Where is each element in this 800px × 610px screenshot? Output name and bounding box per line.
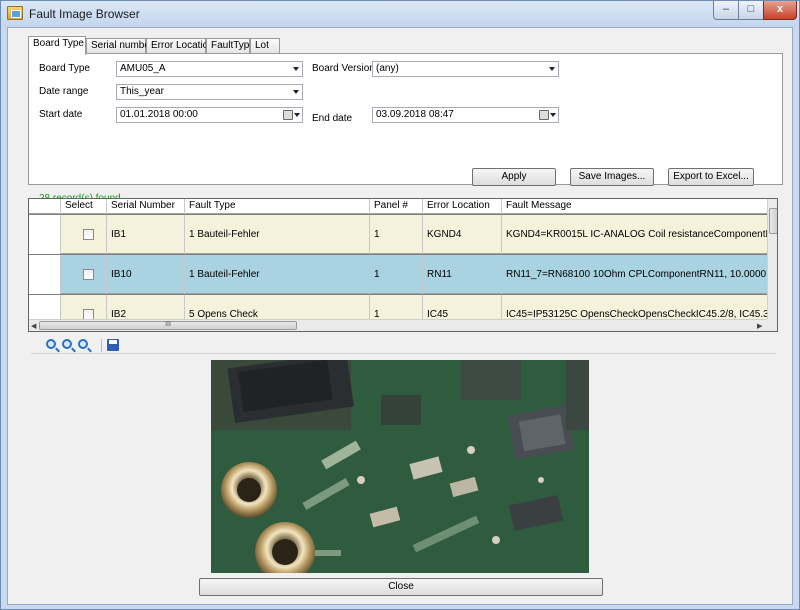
fault-image-browser-window: Fault Image Browser – □ x Board Type Ser… — [0, 0, 800, 610]
save-images-button[interactable]: Save Images... — [570, 168, 654, 186]
chevron-down-icon — [550, 113, 556, 117]
message-cell: RN11_7=RN68100 10Ohm CPLComponentRN11, 1… — [506, 269, 767, 280]
horizontal-scroll-thumb[interactable]: III — [39, 321, 297, 330]
title-bar[interactable]: Fault Image Browser – □ x — [1, 1, 799, 27]
row-header-corner — [29, 199, 61, 214]
fault-image — [211, 360, 589, 573]
minimize-button[interactable]: – — [713, 1, 739, 20]
start-date-label: Start date — [39, 109, 83, 120]
toolbar-separator — [101, 339, 102, 352]
location-cell: RN11 — [423, 255, 502, 294]
export-excel-button[interactable]: Export to Excel... — [668, 168, 754, 186]
panel-cell: 1 — [370, 255, 423, 294]
row-select-checkbox[interactable] — [83, 229, 94, 240]
chevron-down-icon — [549, 67, 555, 71]
start-date-value: 01.01.2018 00:00 — [120, 109, 198, 120]
row-header[interactable] — [29, 255, 61, 294]
column-fault-message[interactable]: Fault Message — [502, 199, 767, 214]
board-type-select[interactable]: AMU05_A — [116, 61, 303, 77]
board-version-value: (any) — [376, 63, 399, 74]
date-range-value: This_year — [120, 86, 164, 97]
board-type-label: Board Type — [39, 63, 90, 74]
close-window-button[interactable]: x — [763, 1, 797, 20]
grid-header: Select Serial Number Fault Type Panel # … — [29, 199, 767, 214]
horizontal-scrollbar[interactable]: ◀ III ▶ — [29, 319, 767, 331]
row-header[interactable] — [29, 215, 61, 254]
end-date-value: 03.09.2018 08:47 — [376, 109, 454, 120]
image-toolbar — [31, 338, 776, 354]
column-fault-type[interactable]: Fault Type — [185, 199, 370, 214]
start-date-picker[interactable]: 01.01.2018 00:00 — [116, 107, 303, 123]
window-title: Fault Image Browser — [29, 7, 140, 21]
client-area: Board Type Serial number Error Location … — [7, 27, 793, 605]
row-select-checkbox[interactable] — [83, 269, 94, 280]
scroll-left-arrow-icon[interactable]: ◀ — [31, 322, 36, 330]
message-cell: KGND4=KR0015L IC-ANALOG Coil resistanceC… — [506, 229, 767, 240]
board-type-value: AMU05_A — [120, 63, 166, 74]
tab-board-type[interactable]: Board Type — [28, 36, 86, 55]
calendar-icon[interactable] — [539, 110, 549, 120]
end-date-label: End date — [312, 113, 353, 124]
zoom-fit-icon[interactable] — [77, 338, 91, 352]
chevron-down-icon — [294, 113, 300, 117]
board-type-panel: Board Type AMU05_A Board Version (any) D… — [28, 53, 783, 204]
save-icon[interactable] — [107, 338, 121, 352]
scroll-right-arrow-icon[interactable]: ▶ — [757, 322, 762, 330]
tab-serial-number[interactable]: Serial number — [86, 38, 153, 54]
zoom-in-icon[interactable] — [45, 338, 59, 352]
column-panel[interactable]: Panel # — [370, 199, 423, 214]
results-grid: Select Serial Number Fault Type Panel # … — [28, 198, 778, 332]
row-select-cell — [61, 215, 107, 254]
fault-type-cell: 1 Bauteil-Fehler — [185, 255, 370, 294]
date-range-label: Date range — [39, 86, 89, 97]
pcb-photo — [211, 360, 589, 573]
board-version-label: Board Version — [312, 63, 375, 74]
table-row-selected[interactable]: IB10 1 Bauteil-Fehler 1 RN11 RN11_7=RN68… — [29, 255, 767, 294]
vertical-scrollbar[interactable] — [767, 199, 777, 319]
maximize-button[interactable]: □ — [738, 1, 764, 20]
tab-error-location[interactable]: Error Location — [146, 38, 214, 54]
column-error-location[interactable]: Error Location — [423, 199, 502, 214]
app-icon — [7, 6, 23, 20]
column-serial-number[interactable]: Serial Number — [107, 199, 185, 214]
board-version-select[interactable]: (any) — [372, 61, 559, 77]
zoom-out-icon[interactable] — [61, 338, 75, 352]
chevron-down-icon — [293, 90, 299, 94]
tab-fault-type[interactable]: FaultType — [206, 38, 255, 54]
table-row[interactable]: IB1 1 Bauteil-Fehler 1 KGND4 KGND4=KR001… — [29, 215, 767, 254]
chevron-down-icon — [293, 67, 299, 71]
vertical-scroll-thumb[interactable] — [769, 208, 777, 234]
apply-button[interactable]: Apply — [472, 168, 556, 186]
serial-cell: IB1 — [107, 215, 185, 254]
location-cell: KGND4 — [423, 215, 502, 254]
date-range-select[interactable]: This_year — [116, 84, 303, 100]
row-select-cell — [61, 255, 107, 294]
scrollbar-corner — [767, 319, 777, 331]
panel-cell: 1 — [370, 215, 423, 254]
fault-type-cell: 1 Bauteil-Fehler — [185, 215, 370, 254]
close-button[interactable]: Close — [199, 578, 603, 596]
end-date-picker[interactable]: 03.09.2018 08:47 — [372, 107, 559, 123]
column-select[interactable]: Select — [61, 199, 107, 214]
serial-cell: IB10 — [107, 255, 185, 294]
calendar-icon[interactable] — [283, 110, 293, 120]
tab-lot[interactable]: Lot — [250, 38, 280, 54]
